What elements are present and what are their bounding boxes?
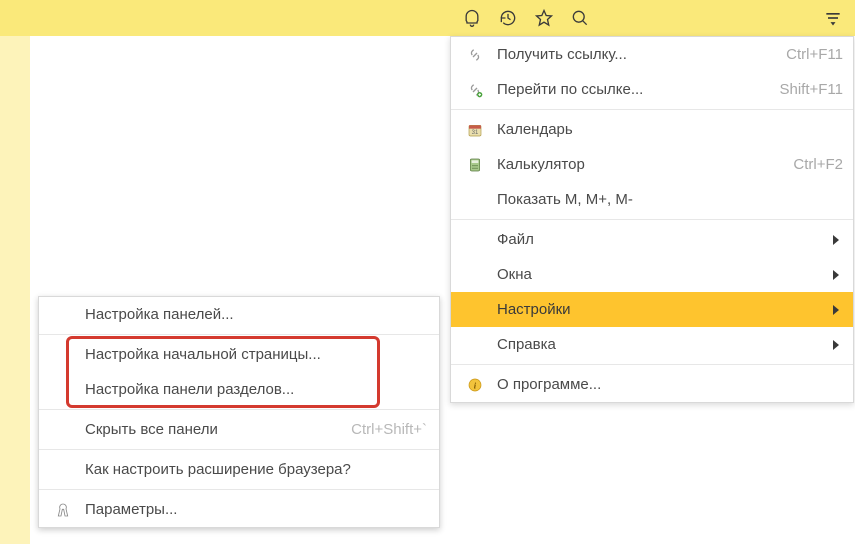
menu-calculator[interactable]: Калькулятор Ctrl+F2 (451, 147, 853, 182)
favorites-icon[interactable] (526, 0, 562, 36)
chevron-right-icon (829, 304, 843, 316)
menu-file[interactable]: Файл (451, 222, 853, 257)
menu-shortcut: Ctrl+F11 (786, 46, 843, 63)
submenu-browser-extension-help[interactable]: Как настроить расширение браузера? (39, 452, 439, 487)
submenu-label: Настройка начальной страницы... (75, 346, 427, 363)
info-icon: i (463, 377, 487, 393)
submenu-shortcut: Ctrl+Shift+` (351, 421, 427, 438)
services-menu: Получить ссылку... Ctrl+F11 Перейти по с… (450, 36, 854, 403)
submenu-parameters[interactable]: Параметры... (39, 492, 439, 527)
calendar-icon: 31 (463, 122, 487, 138)
submenu-sections-panel-config[interactable]: Настройка панели разделов... (39, 372, 439, 407)
submenu-panels-config[interactable]: Настройка панелей... (39, 297, 439, 332)
menu-separator (451, 219, 853, 220)
menu-label: Справка (487, 336, 829, 353)
menu-help[interactable]: Справка (451, 327, 853, 362)
submenu-label: Как настроить расширение браузера? (75, 461, 427, 478)
chevron-right-icon (829, 339, 843, 351)
menu-label: О программе... (487, 376, 843, 393)
menu-label: Календарь (487, 121, 843, 138)
menu-calendar[interactable]: 31 Календарь (451, 112, 853, 147)
menu-separator (39, 449, 439, 450)
link-go-icon (463, 82, 487, 98)
menu-get-link[interactable]: Получить ссылку... Ctrl+F11 (451, 37, 853, 72)
menu-settings[interactable]: Настройки (451, 292, 853, 327)
menu-shortcut: Shift+F11 (779, 81, 843, 98)
submenu-label: Настройка панелей... (75, 306, 427, 323)
calculator-icon (463, 157, 487, 173)
notifications-icon[interactable] (454, 0, 490, 36)
menu-label: Перейти по ссылке... (487, 81, 779, 98)
menu-about[interactable]: i О программе... (451, 367, 853, 402)
menu-label: Настройки (487, 301, 829, 318)
menu-go-link[interactable]: Перейти по ссылке... Shift+F11 (451, 72, 853, 107)
wrench-icon (51, 502, 75, 518)
menu-label: Получить ссылку... (487, 46, 786, 63)
menu-label: Показать M, M+, M- (487, 191, 843, 208)
menu-separator (39, 334, 439, 335)
toolbar (0, 0, 855, 36)
menu-windows[interactable]: Окна (451, 257, 853, 292)
submenu-hide-panels[interactable]: Скрыть все панели Ctrl+Shift+` (39, 412, 439, 447)
submenu-label: Скрыть все панели (75, 421, 351, 438)
submenu-label: Настройка панели разделов... (75, 381, 427, 398)
link-icon (463, 47, 487, 63)
menu-separator (451, 364, 853, 365)
menu-show-mem[interactable]: Показать M, M+, M- (451, 182, 853, 217)
services-menu-button[interactable] (815, 0, 851, 36)
svg-text:31: 31 (472, 130, 479, 136)
chevron-right-icon (829, 269, 843, 281)
menu-separator (39, 409, 439, 410)
menu-shortcut: Ctrl+F2 (793, 156, 843, 173)
left-panel (0, 36, 30, 544)
menu-separator (451, 109, 853, 110)
search-icon[interactable] (562, 0, 598, 36)
menu-label: Калькулятор (487, 156, 793, 173)
submenu-start-page-config[interactable]: Настройка начальной страницы... (39, 337, 439, 372)
history-icon[interactable] (490, 0, 526, 36)
chevron-right-icon (829, 234, 843, 246)
settings-submenu: Настройка панелей... Настройка начальной… (38, 296, 440, 528)
menu-label: Окна (487, 266, 829, 283)
menu-label: Файл (487, 231, 829, 248)
submenu-label: Параметры... (75, 501, 427, 518)
menu-separator (39, 489, 439, 490)
